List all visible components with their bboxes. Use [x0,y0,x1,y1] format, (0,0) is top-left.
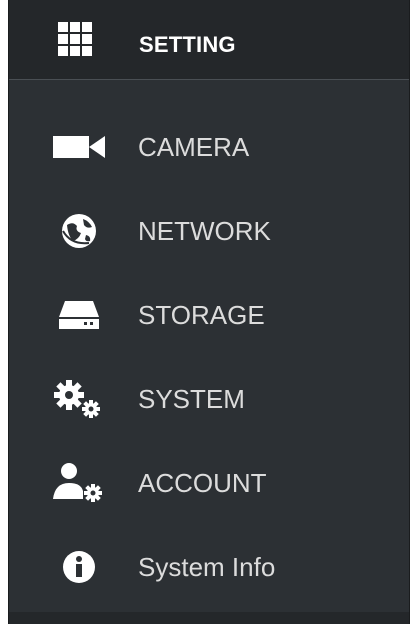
menu-item-system-info[interactable]: System Info [9,525,409,609]
gears-icon [49,369,109,429]
menu-item-camera[interactable]: CAMERA [9,105,409,189]
menu-item-label: CAMERA [138,132,250,162]
menu-item-storage[interactable]: STORAGE [9,273,409,357]
info-icon [49,537,109,597]
menu-title: SETTING [139,32,236,57]
settings-menu-panel: SETTING CAMERA NETWORK STORAGE SYSTEM AC… [8,0,410,624]
menu-item-system[interactable]: SYSTEM [9,357,409,441]
menu-item-label: NETWORK [138,216,271,246]
panel-bottom-edge [9,612,409,624]
hard-drive-icon [49,285,109,345]
grid-icon [58,22,92,56]
menu-item-label: STORAGE [138,300,265,330]
menu-item-label: System Info [138,552,276,582]
network-globe-icon [49,201,109,261]
user-gear-icon [49,453,109,513]
menu-item-network[interactable]: NETWORK [9,189,409,273]
menu-item-label: SYSTEM [138,384,245,414]
camera-icon [49,117,109,177]
menu-item-label: ACCOUNT [138,468,267,498]
menu-header: SETTING [9,0,409,80]
menu-item-account[interactable]: ACCOUNT [9,441,409,525]
